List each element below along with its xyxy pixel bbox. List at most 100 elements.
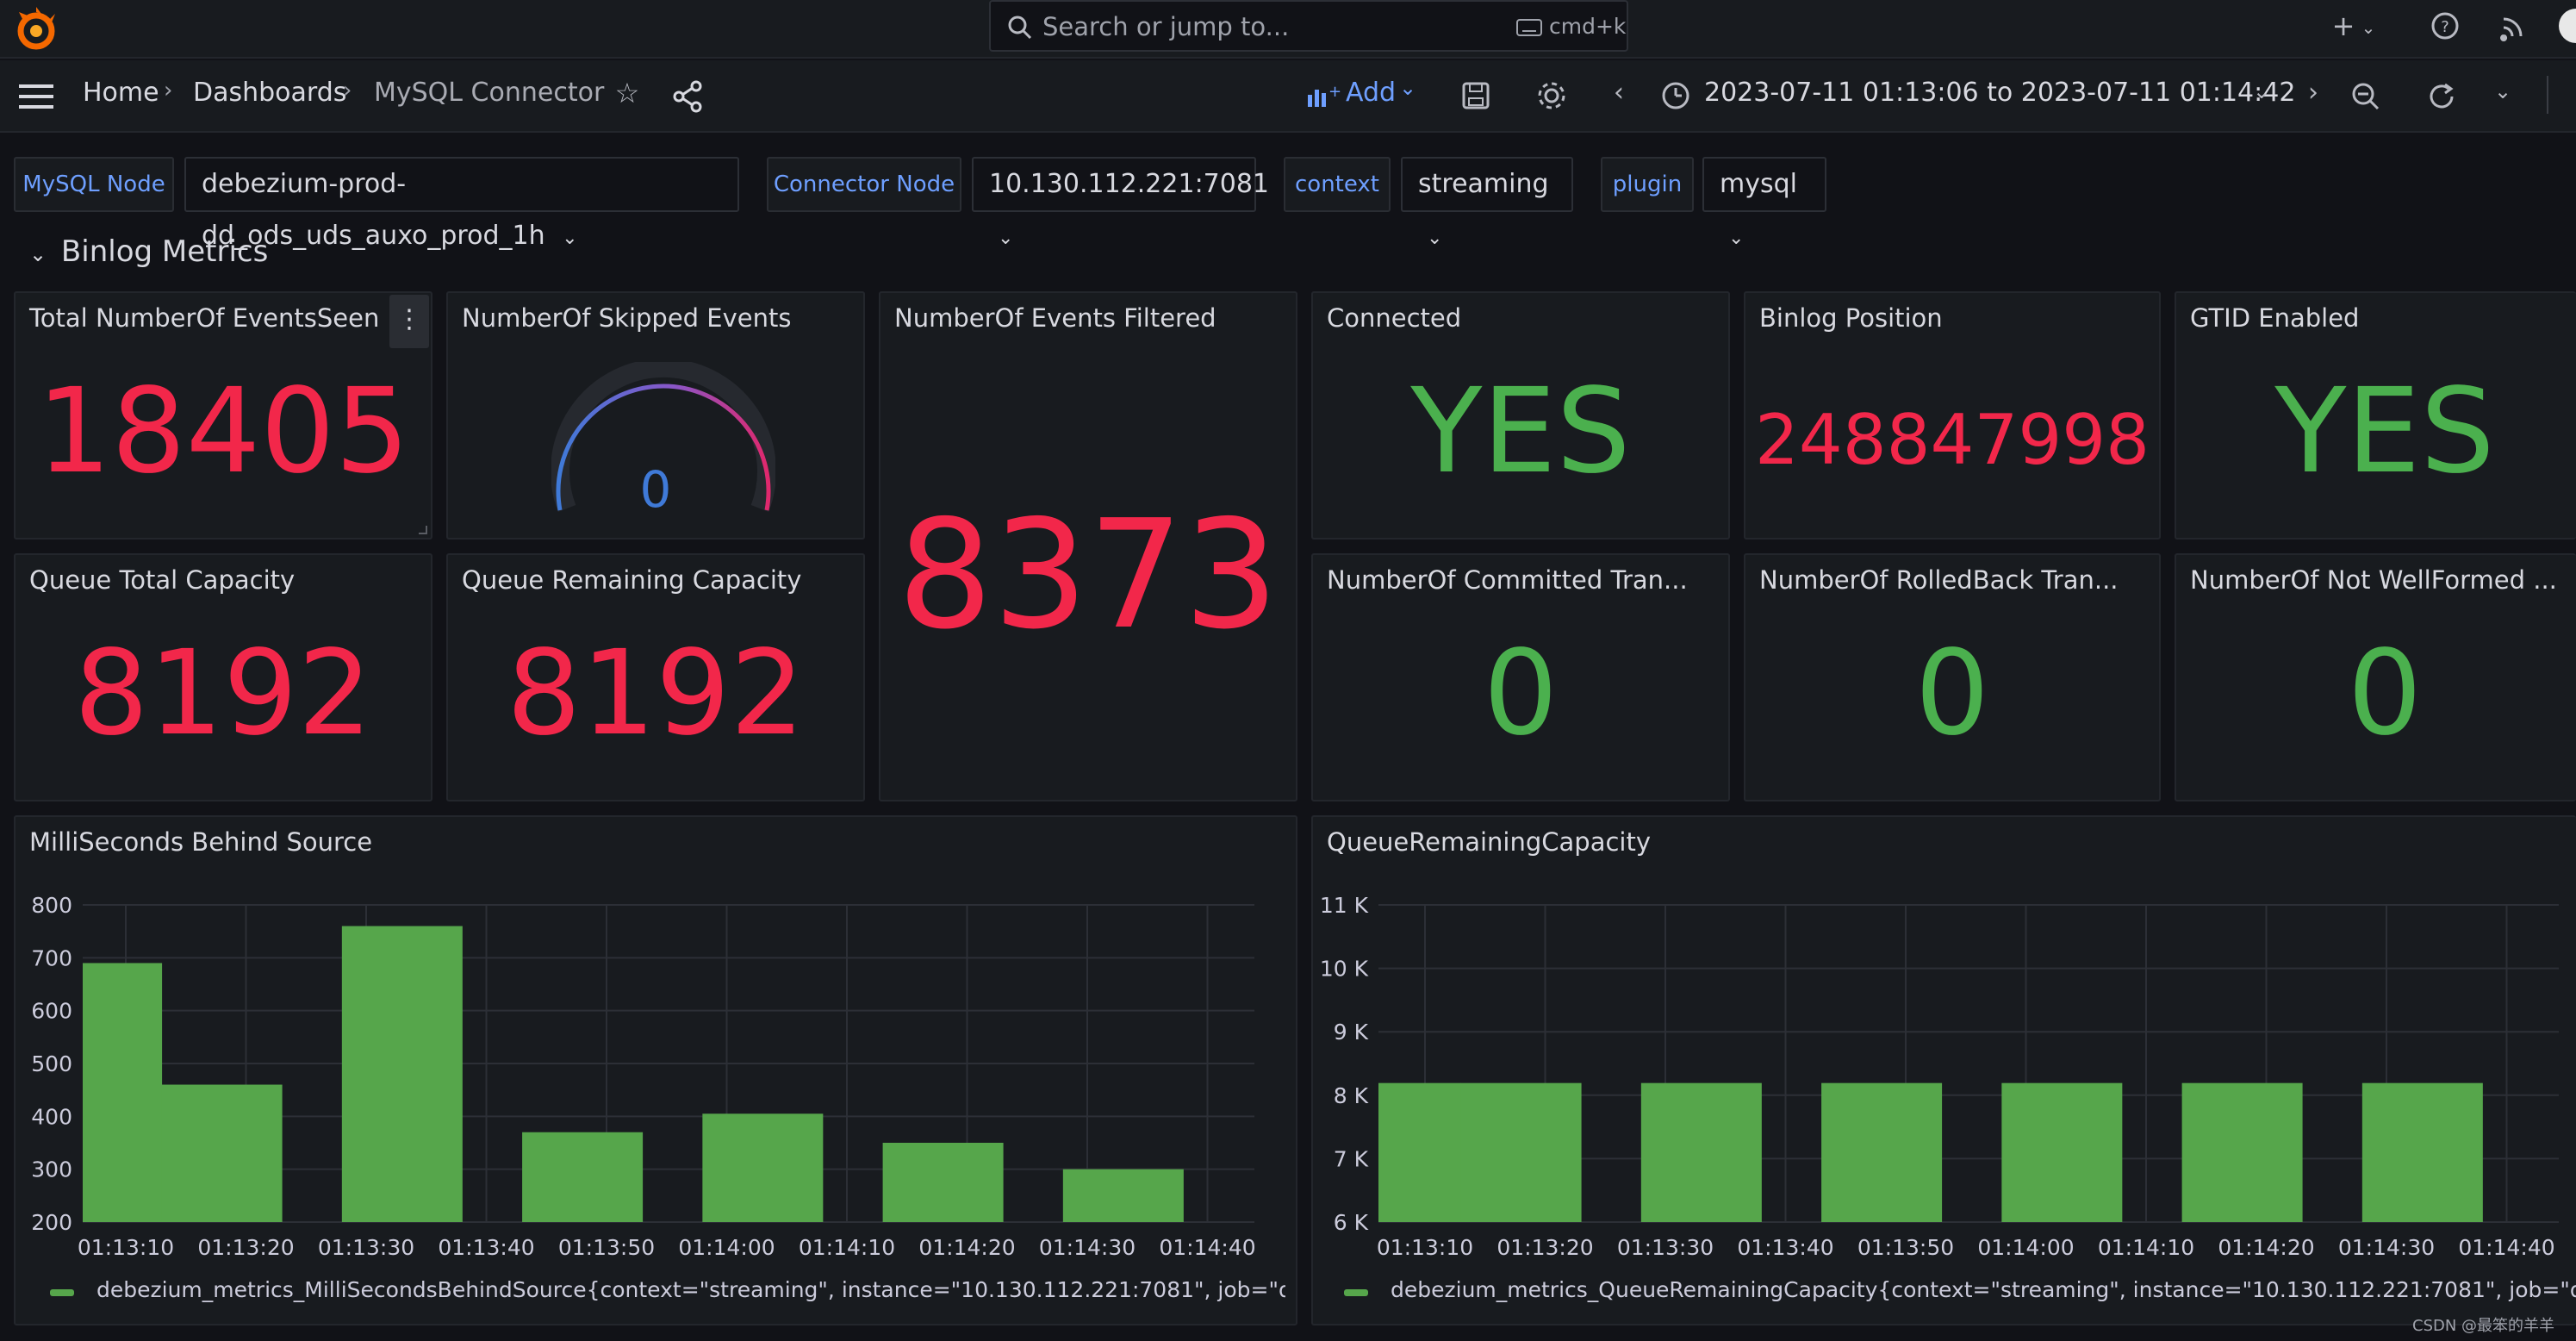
panel-title: Connected <box>1327 303 1462 333</box>
row-title: Binlog Metrics <box>60 234 269 269</box>
x-tick-label: 01:13:50 <box>558 1235 655 1260</box>
variable-label-context: context <box>1284 157 1391 212</box>
bar[interactable] <box>1378 1082 1462 1222</box>
bar[interactable] <box>1821 1082 1943 1222</box>
legend-swatch <box>1344 1289 1368 1296</box>
panel-gtid-enabled[interactable]: GTID Enabled YES <box>2175 291 2576 540</box>
variable-select-mysql-node[interactable]: debezium-prod-dd_ods_uds_auxo_prod_1h ⌄ <box>184 157 739 251</box>
x-tick-label: 01:14:40 <box>2458 1235 2554 1260</box>
bar-chart: 11 K 10 K 9 K 8 K 7 K 6 K 01:13:10 01:13:20 01:1… <box>1320 893 2559 1260</box>
zoom-out-icon[interactable] <box>2350 81 2381 112</box>
breadcrumb-dashboards[interactable]: Dashboards <box>193 78 346 108</box>
panel-title: Binlog Position <box>1759 303 1943 333</box>
variable-label-connector-node: Connector Node <box>767 157 961 212</box>
keyboard-icon <box>1516 19 1542 36</box>
stat-value: 248847998 <box>1754 400 2150 480</box>
chevron-right-icon: › <box>164 78 173 103</box>
star-icon[interactable]: ☆ <box>610 76 644 110</box>
help-icon[interactable]: ? <box>2430 10 2461 41</box>
panel-queue-remaining-chart[interactable]: QueueRemainingCapacity 11 K 10 K9 K8 K7 K… <box>1311 815 2576 1325</box>
bar[interactable] <box>83 963 163 1222</box>
bar[interactable] <box>2181 1082 2303 1222</box>
breadcrumb-home[interactable]: Home <box>83 78 159 108</box>
news-icon[interactable] <box>2498 10 2529 41</box>
panel-rolledback-transactions[interactable]: NumberOf RolledBack Tran... 0 <box>1744 553 2161 801</box>
y-tick-label: 400 <box>31 1104 72 1129</box>
time-forward-icon[interactable]: › <box>2300 76 2326 110</box>
y-tick-label: 800 <box>31 893 72 918</box>
watermark: CSDN @最笨的羊羊 <box>2412 1317 2555 1335</box>
panel-skipped-events[interactable]: NumberOf Skipped Events 0 <box>446 291 865 540</box>
share-icon[interactable] <box>670 79 705 114</box>
divider <box>2547 76 2548 114</box>
chevron-down-icon: ⌄ <box>1728 228 1745 249</box>
panel-not-wellformed[interactable]: NumberOf Not WellFormed ... 0 <box>2175 553 2576 801</box>
x-tick-label: 01:14:20 <box>2218 1235 2314 1260</box>
legend-swatch <box>50 1289 74 1296</box>
chevron-down-icon[interactable]: ⌄ <box>2490 74 2516 109</box>
chevron-down-icon[interactable]: ⌄ <box>2249 74 2274 109</box>
variable-select-connector-node[interactable]: 10.130.112.221:7081 ⌄ <box>972 157 1269 249</box>
refresh-icon[interactable] <box>2426 81 2457 112</box>
x-tick-label: 01:13:30 <box>1617 1235 1714 1260</box>
panel-title: Queue Total Capacity <box>29 565 296 595</box>
panel-queue-remaining-capacity[interactable]: Queue Remaining Capacity 8192 <box>446 553 865 801</box>
row-collapse-toggle[interactable]: ⌄ Binlog Metrics <box>29 234 268 269</box>
bar[interactable] <box>1062 1169 1184 1222</box>
bar[interactable] <box>2001 1082 2123 1222</box>
panel-connected[interactable]: Connected YES <box>1311 291 1730 540</box>
y-tick-label: 6 K <box>1334 1210 1369 1235</box>
y-tick-label: 600 <box>31 999 72 1024</box>
x-tick-label: 01:14:10 <box>2098 1235 2194 1260</box>
grafana-logo-icon[interactable] <box>14 7 59 52</box>
panel-title: NumberOf Skipped Events <box>462 303 792 333</box>
panel-committed-transactions[interactable]: NumberOf Committed Tran... 0 <box>1311 553 1730 801</box>
add-button[interactable]: + Add ⌄ <box>1301 74 1422 115</box>
search-input[interactable]: Search or jump to... cmd+k <box>989 0 1628 52</box>
settings-gear-icon[interactable] <box>1535 79 1568 112</box>
x-tick-label: 01:13:40 <box>438 1235 534 1260</box>
search-placeholder: Search or jump to... <box>1042 12 1290 41</box>
variable-select-plugin[interactable]: mysql ⌄ <box>1702 157 1826 249</box>
variable-label-plugin: plugin <box>1601 157 1694 212</box>
panel-title: NumberOf Committed Tran... <box>1327 565 1688 595</box>
panel-title: NumberOf Events Filtered <box>894 303 1216 333</box>
time-range-picker[interactable]: 2023-07-11 01:13:06 to 2023-07-11 01:14:… <box>1704 78 2295 108</box>
y-tick-label: 7 K <box>1334 1146 1369 1171</box>
panel-binlog-position[interactable]: Binlog Position 248847998 <box>1744 291 2161 540</box>
bar[interactable] <box>161 1084 283 1222</box>
x-tick-label: 01:14:40 <box>1159 1235 1255 1260</box>
stat-value: YES <box>1410 364 1631 500</box>
add-panel-icon: + <box>1308 83 1341 107</box>
variable-select-context[interactable]: streaming ⌄ <box>1401 157 1573 249</box>
panel-events-seen[interactable]: Total NumberOf EventsSeen ⋮ 18405 <box>14 291 432 540</box>
panel-ms-behind-source-chart[interactable]: MilliSeconds Behind Source 800 700 600 500 4… <box>14 815 1297 1325</box>
x-tick-label: 01:14:30 <box>2338 1235 2435 1260</box>
bar[interactable] <box>882 1143 1004 1222</box>
bar[interactable] <box>341 926 463 1222</box>
save-icon[interactable] <box>1461 81 1490 110</box>
legend-item[interactable]: debezium_metrics_QueueRemainingCapacity{… <box>1391 1277 2576 1302</box>
plus-icon[interactable]: + <box>2326 9 2361 43</box>
stat-value: 8192 <box>506 626 806 762</box>
menu-icon[interactable] <box>17 81 55 112</box>
bar[interactable] <box>522 1132 644 1222</box>
bar[interactable] <box>702 1113 824 1222</box>
resize-handle[interactable] <box>419 526 427 534</box>
bar[interactable] <box>2361 1082 2483 1222</box>
chevron-down-icon[interactable]: ⌄ <box>2357 10 2380 45</box>
legend-item[interactable]: debezium_metrics_MilliSecondsBehindSourc… <box>96 1277 1285 1302</box>
x-tick-label: 01:14:30 <box>1039 1235 1136 1260</box>
x-tick-label: 01:13:50 <box>1857 1235 1954 1260</box>
x-tick-label: 01:14:10 <box>799 1235 895 1260</box>
chevron-right-icon: › <box>343 78 352 103</box>
panel-queue-total-capacity[interactable]: Queue Total Capacity 8192 <box>14 553 432 801</box>
bar[interactable] <box>1460 1082 1582 1222</box>
x-tick-label: 01:13:20 <box>1496 1235 1593 1260</box>
x-tick-label: 01:13:40 <box>1737 1235 1833 1260</box>
panel-events-filtered[interactable]: NumberOf Events Filtered 8373 <box>879 291 1297 801</box>
time-back-icon[interactable]: ‹ <box>1606 76 1632 110</box>
user-avatar[interactable] <box>2559 9 2576 43</box>
panel-menu-icon[interactable]: ⋮ <box>389 295 429 348</box>
bar[interactable] <box>1640 1082 1762 1222</box>
